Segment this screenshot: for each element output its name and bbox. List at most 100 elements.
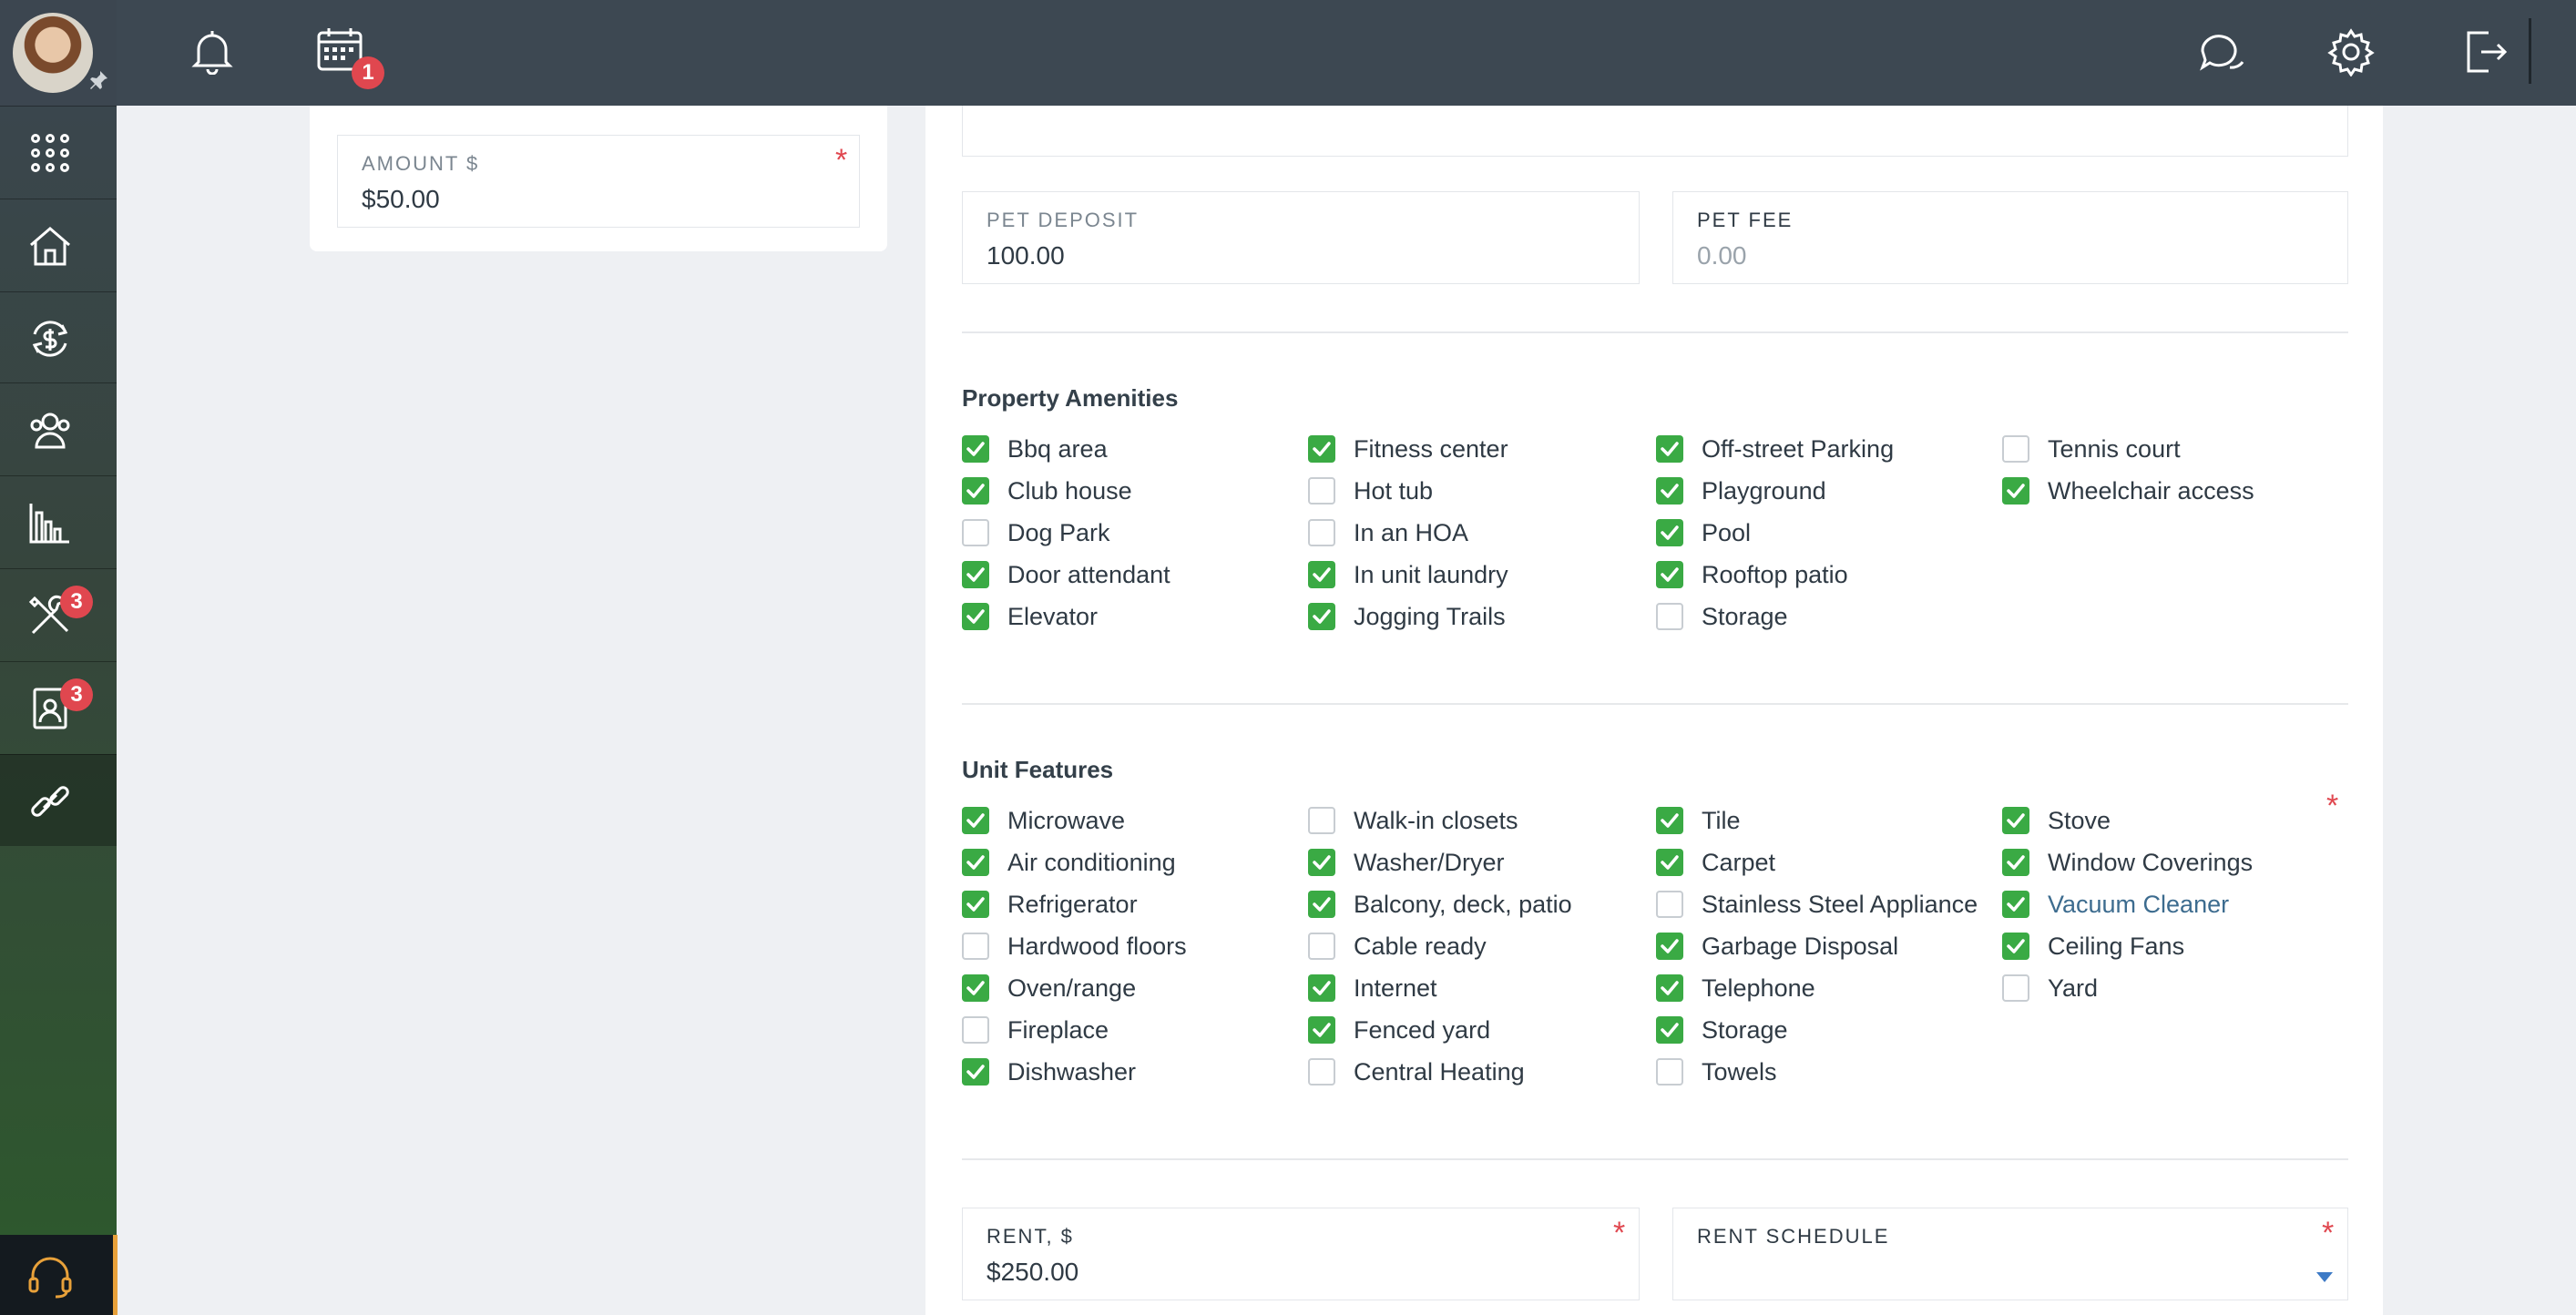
pet-fee-field[interactable]: PET FEE 0.00 xyxy=(1672,191,2348,284)
checkbox-item[interactable]: Garbage Disposal xyxy=(1656,933,1993,963)
sidebar-item-maintenance[interactable]: 3 xyxy=(0,568,117,660)
rent-field[interactable]: RENT, $ $250.00 * xyxy=(962,1208,1640,1300)
checkbox-checked[interactable] xyxy=(1308,849,1335,876)
checkbox-item[interactable]: Elevator xyxy=(962,603,1299,634)
checkbox-unchecked[interactable] xyxy=(1308,519,1335,546)
checkbox-checked[interactable] xyxy=(962,477,989,505)
checkbox-checked[interactable] xyxy=(1308,435,1335,463)
pet-fee-input[interactable]: 0.00 xyxy=(1697,241,1747,270)
checkbox-item[interactable]: In an HOA xyxy=(1308,519,1645,550)
checkbox-item[interactable]: Storage xyxy=(1656,603,1993,634)
checkbox-checked[interactable] xyxy=(2002,849,2029,876)
amount-value[interactable]: $50.00 xyxy=(362,185,440,214)
checkbox-item[interactable]: Central Heating xyxy=(1308,1058,1645,1089)
settings-button[interactable] xyxy=(2326,27,2376,81)
checkbox-checked[interactable] xyxy=(2002,807,2029,834)
checkbox-item[interactable]: Dog Park xyxy=(962,519,1299,550)
checkbox-item[interactable]: Window Coverings xyxy=(2002,849,2339,880)
checkbox-unchecked[interactable] xyxy=(1308,477,1335,505)
checkbox-checked[interactable] xyxy=(962,435,989,463)
checkbox-item[interactable]: Carpet xyxy=(1656,849,1993,880)
checkbox-checked[interactable] xyxy=(2002,477,2029,505)
checkbox-checked[interactable] xyxy=(962,1058,989,1086)
rent-value[interactable]: $250.00 xyxy=(986,1258,1078,1287)
pet-deposit-field[interactable]: PET DEPOSIT 100.00 xyxy=(962,191,1640,284)
messages-button[interactable] xyxy=(2197,27,2246,81)
sidebar-item-people[interactable] xyxy=(0,382,117,474)
checkbox-item[interactable]: Internet xyxy=(1308,974,1645,1005)
checkbox-item[interactable]: Air conditioning xyxy=(962,849,1299,880)
checkbox-item[interactable]: Towels xyxy=(1656,1058,1993,1089)
checkbox-unchecked[interactable] xyxy=(1308,933,1335,960)
checkbox-item[interactable]: Jogging Trails xyxy=(1308,603,1645,634)
checkbox-checked[interactable] xyxy=(1308,603,1335,630)
checkbox-item[interactable]: Tile xyxy=(1656,807,1993,838)
checkbox-checked[interactable] xyxy=(1656,849,1683,876)
logout-button[interactable] xyxy=(2461,27,2510,81)
amount-field[interactable]: AMOUNT $ $50.00 * xyxy=(337,135,860,228)
checkbox-item[interactable]: In unit laundry xyxy=(1308,561,1645,592)
checkbox-checked[interactable] xyxy=(962,807,989,834)
checkbox-item[interactable]: Washer/Dryer xyxy=(1308,849,1645,880)
sidebar-item-reports[interactable] xyxy=(0,475,117,567)
previous-field[interactable] xyxy=(962,106,2348,157)
checkbox-unchecked[interactable] xyxy=(2002,974,2029,1002)
checkbox-item[interactable]: Telephone xyxy=(1656,974,1993,1005)
checkbox-unchecked[interactable] xyxy=(1656,1058,1683,1086)
checkbox-checked[interactable] xyxy=(1308,1016,1335,1044)
checkbox-item[interactable]: Wheelchair access xyxy=(2002,477,2339,508)
checkbox-item[interactable]: Playground xyxy=(1656,477,1993,508)
checkbox-checked[interactable] xyxy=(962,974,989,1002)
pin-icon[interactable] xyxy=(87,69,109,91)
checkbox-checked[interactable] xyxy=(962,603,989,630)
checkbox-item[interactable]: Vacuum Cleaner xyxy=(2002,891,2339,922)
checkbox-item[interactable]: Walk-in closets xyxy=(1308,807,1645,838)
checkbox-checked[interactable] xyxy=(1656,561,1683,588)
notifications-button[interactable] xyxy=(188,25,237,79)
checkbox-item[interactable]: Stove xyxy=(2002,807,2339,838)
checkbox-item[interactable]: Pool xyxy=(1656,519,1993,550)
checkbox-checked[interactable] xyxy=(1656,933,1683,960)
checkbox-unchecked[interactable] xyxy=(1308,807,1335,834)
checkbox-checked[interactable] xyxy=(1308,561,1335,588)
sidebar-item-links[interactable] xyxy=(0,754,117,846)
checkbox-checked[interactable] xyxy=(962,849,989,876)
checkbox-checked[interactable] xyxy=(1656,807,1683,834)
checkbox-checked[interactable] xyxy=(1308,974,1335,1002)
checkbox-checked[interactable] xyxy=(1656,477,1683,505)
checkbox-checked[interactable] xyxy=(962,891,989,918)
checkbox-unchecked[interactable] xyxy=(1656,603,1683,630)
sidebar-item-tenants[interactable]: 3 xyxy=(0,661,117,753)
checkbox-item[interactable]: Yard xyxy=(2002,974,2339,1005)
checkbox-item[interactable]: Balcony, deck, patio xyxy=(1308,891,1645,922)
checkbox-item[interactable]: Fitness center xyxy=(1308,435,1645,466)
pet-deposit-value[interactable]: 100.00 xyxy=(986,241,1065,270)
checkbox-checked[interactable] xyxy=(1308,891,1335,918)
sidebar-item-payments[interactable] xyxy=(0,291,117,383)
checkbox-unchecked[interactable] xyxy=(2002,435,2029,463)
checkbox-item[interactable]: Bbq area xyxy=(962,435,1299,466)
checkbox-item[interactable]: Fenced yard xyxy=(1308,1016,1645,1047)
checkbox-item[interactable]: Oven/range xyxy=(962,974,1299,1005)
checkbox-unchecked[interactable] xyxy=(1308,1058,1335,1086)
checkbox-unchecked[interactable] xyxy=(962,933,989,960)
checkbox-item[interactable]: Off-street Parking xyxy=(1656,435,1993,466)
checkbox-item[interactable]: Door attendant xyxy=(962,561,1299,592)
checkbox-unchecked[interactable] xyxy=(962,519,989,546)
checkbox-checked[interactable] xyxy=(1656,519,1683,546)
checkbox-item[interactable]: Rooftop patio xyxy=(1656,561,1993,592)
checkbox-item[interactable]: Refrigerator xyxy=(962,891,1299,922)
support-button[interactable] xyxy=(0,1235,118,1315)
checkbox-checked[interactable] xyxy=(1656,435,1683,463)
checkbox-checked[interactable] xyxy=(2002,933,2029,960)
checkbox-unchecked[interactable] xyxy=(1656,891,1683,918)
checkbox-item[interactable]: Fireplace xyxy=(962,1016,1299,1047)
checkbox-item[interactable]: Hot tub xyxy=(1308,477,1645,508)
checkbox-item[interactable]: Club house xyxy=(962,477,1299,508)
checkbox-checked[interactable] xyxy=(962,561,989,588)
checkbox-checked[interactable] xyxy=(1656,974,1683,1002)
checkbox-item[interactable]: Dishwasher xyxy=(962,1058,1299,1089)
checkbox-checked[interactable] xyxy=(1656,1016,1683,1044)
checkbox-item[interactable]: Tennis court xyxy=(2002,435,2339,466)
sidebar-item-apps[interactable] xyxy=(0,106,117,198)
